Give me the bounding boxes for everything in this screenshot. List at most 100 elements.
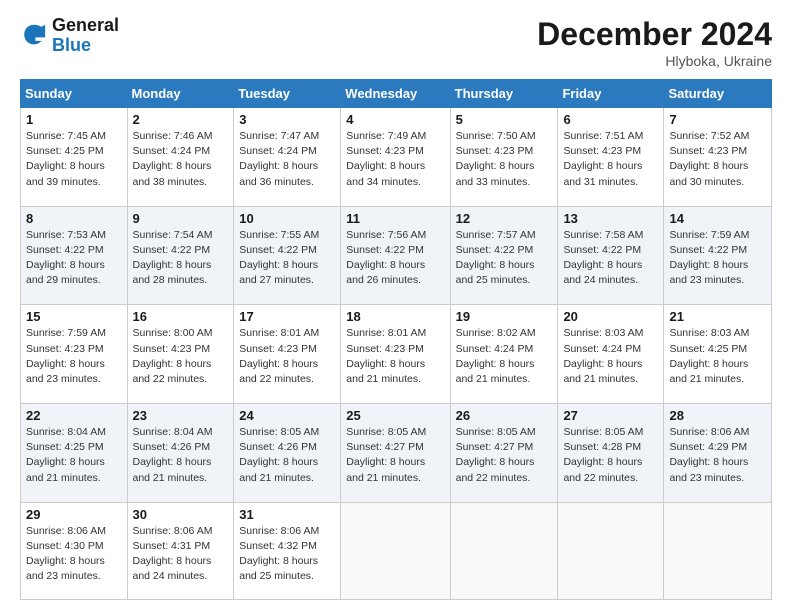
header-tuesday: Tuesday — [234, 80, 341, 108]
header: General Blue December 2024 Hlyboka, Ukra… — [20, 16, 772, 69]
day-number: 8 — [26, 211, 122, 226]
day-info: Sunrise: 7:50 AM Sunset: 4:23 PM Dayligh… — [456, 129, 553, 190]
day-number: 26 — [456, 408, 553, 423]
day-number: 29 — [26, 507, 122, 522]
day-info: Sunrise: 8:04 AM Sunset: 4:26 PM Dayligh… — [133, 425, 229, 486]
title-block: December 2024 Hlyboka, Ukraine — [537, 16, 772, 69]
table-row: 29 Sunrise: 8:06 AM Sunset: 4:30 PM Dayl… — [21, 502, 128, 599]
header-thursday: Thursday — [450, 80, 558, 108]
table-row: 14 Sunrise: 7:59 AM Sunset: 4:22 PM Dayl… — [664, 206, 772, 305]
day-info: Sunrise: 7:56 AM Sunset: 4:22 PM Dayligh… — [346, 228, 444, 289]
day-info: Sunrise: 7:46 AM Sunset: 4:24 PM Dayligh… — [133, 129, 229, 190]
table-row: 30 Sunrise: 8:06 AM Sunset: 4:31 PM Dayl… — [127, 502, 234, 599]
table-row: 23 Sunrise: 8:04 AM Sunset: 4:26 PM Dayl… — [127, 403, 234, 502]
day-number: 4 — [346, 112, 444, 127]
day-info: Sunrise: 8:01 AM Sunset: 4:23 PM Dayligh… — [346, 326, 444, 387]
table-row: 3 Sunrise: 7:47 AM Sunset: 4:24 PM Dayli… — [234, 108, 341, 207]
calendar-header-row: Sunday Monday Tuesday Wednesday Thursday… — [21, 80, 772, 108]
day-info: Sunrise: 8:05 AM Sunset: 4:27 PM Dayligh… — [456, 425, 553, 486]
day-number: 3 — [239, 112, 335, 127]
table-row: 26 Sunrise: 8:05 AM Sunset: 4:27 PM Dayl… — [450, 403, 558, 502]
table-row: 22 Sunrise: 8:04 AM Sunset: 4:25 PM Dayl… — [21, 403, 128, 502]
table-row — [664, 502, 772, 599]
day-info: Sunrise: 8:05 AM Sunset: 4:26 PM Dayligh… — [239, 425, 335, 486]
table-row: 2 Sunrise: 7:46 AM Sunset: 4:24 PM Dayli… — [127, 108, 234, 207]
day-number: 6 — [563, 112, 658, 127]
header-sunday: Sunday — [21, 80, 128, 108]
day-number: 16 — [133, 309, 229, 324]
day-info: Sunrise: 7:58 AM Sunset: 4:22 PM Dayligh… — [563, 228, 658, 289]
table-row: 25 Sunrise: 8:05 AM Sunset: 4:27 PM Dayl… — [341, 403, 450, 502]
day-info: Sunrise: 7:59 AM Sunset: 4:23 PM Dayligh… — [26, 326, 122, 387]
day-number: 24 — [239, 408, 335, 423]
table-row: 31 Sunrise: 8:06 AM Sunset: 4:32 PM Dayl… — [234, 502, 341, 599]
table-row: 12 Sunrise: 7:57 AM Sunset: 4:22 PM Dayl… — [450, 206, 558, 305]
table-row: 18 Sunrise: 8:01 AM Sunset: 4:23 PM Dayl… — [341, 305, 450, 404]
day-number: 5 — [456, 112, 553, 127]
day-number: 28 — [669, 408, 766, 423]
day-number: 11 — [346, 211, 444, 226]
day-number: 14 — [669, 211, 766, 226]
day-number: 25 — [346, 408, 444, 423]
day-info: Sunrise: 8:04 AM Sunset: 4:25 PM Dayligh… — [26, 425, 122, 486]
table-row: 10 Sunrise: 7:55 AM Sunset: 4:22 PM Dayl… — [234, 206, 341, 305]
day-info: Sunrise: 7:55 AM Sunset: 4:22 PM Dayligh… — [239, 228, 335, 289]
day-info: Sunrise: 7:51 AM Sunset: 4:23 PM Dayligh… — [563, 129, 658, 190]
header-wednesday: Wednesday — [341, 80, 450, 108]
header-saturday: Saturday — [664, 80, 772, 108]
day-number: 17 — [239, 309, 335, 324]
table-row: 11 Sunrise: 7:56 AM Sunset: 4:22 PM Dayl… — [341, 206, 450, 305]
table-row: 15 Sunrise: 7:59 AM Sunset: 4:23 PM Dayl… — [21, 305, 128, 404]
day-info: Sunrise: 7:47 AM Sunset: 4:24 PM Dayligh… — [239, 129, 335, 190]
day-info: Sunrise: 8:05 AM Sunset: 4:27 PM Dayligh… — [346, 425, 444, 486]
table-row: 13 Sunrise: 7:58 AM Sunset: 4:22 PM Dayl… — [558, 206, 664, 305]
table-row: 5 Sunrise: 7:50 AM Sunset: 4:23 PM Dayli… — [450, 108, 558, 207]
day-info: Sunrise: 8:06 AM Sunset: 4:30 PM Dayligh… — [26, 524, 122, 585]
table-row: 4 Sunrise: 7:49 AM Sunset: 4:23 PM Dayli… — [341, 108, 450, 207]
header-friday: Friday — [558, 80, 664, 108]
day-info: Sunrise: 8:02 AM Sunset: 4:24 PM Dayligh… — [456, 326, 553, 387]
month-title: December 2024 — [537, 16, 772, 53]
day-number: 7 — [669, 112, 766, 127]
table-row: 9 Sunrise: 7:54 AM Sunset: 4:22 PM Dayli… — [127, 206, 234, 305]
table-row — [341, 502, 450, 599]
day-info: Sunrise: 8:01 AM Sunset: 4:23 PM Dayligh… — [239, 326, 335, 387]
table-row: 6 Sunrise: 7:51 AM Sunset: 4:23 PM Dayli… — [558, 108, 664, 207]
table-row: 17 Sunrise: 8:01 AM Sunset: 4:23 PM Dayl… — [234, 305, 341, 404]
day-info: Sunrise: 8:03 AM Sunset: 4:25 PM Dayligh… — [669, 326, 766, 387]
day-info: Sunrise: 7:45 AM Sunset: 4:25 PM Dayligh… — [26, 129, 122, 190]
day-info: Sunrise: 8:06 AM Sunset: 4:31 PM Dayligh… — [133, 524, 229, 585]
table-row: 24 Sunrise: 8:05 AM Sunset: 4:26 PM Dayl… — [234, 403, 341, 502]
day-number: 15 — [26, 309, 122, 324]
day-number: 2 — [133, 112, 229, 127]
table-row: 1 Sunrise: 7:45 AM Sunset: 4:25 PM Dayli… — [21, 108, 128, 207]
day-info: Sunrise: 8:00 AM Sunset: 4:23 PM Dayligh… — [133, 326, 229, 387]
table-row: 27 Sunrise: 8:05 AM Sunset: 4:28 PM Dayl… — [558, 403, 664, 502]
table-row: 7 Sunrise: 7:52 AM Sunset: 4:23 PM Dayli… — [664, 108, 772, 207]
table-row: 21 Sunrise: 8:03 AM Sunset: 4:25 PM Dayl… — [664, 305, 772, 404]
day-info: Sunrise: 7:52 AM Sunset: 4:23 PM Dayligh… — [669, 129, 766, 190]
table-row — [450, 502, 558, 599]
day-info: Sunrise: 8:06 AM Sunset: 4:29 PM Dayligh… — [669, 425, 766, 486]
calendar-table: Sunday Monday Tuesday Wednesday Thursday… — [20, 79, 772, 600]
day-number: 9 — [133, 211, 229, 226]
day-number: 27 — [563, 408, 658, 423]
day-number: 18 — [346, 309, 444, 324]
logo-text-line1: General — [52, 16, 119, 36]
logo: General Blue — [20, 16, 119, 56]
header-monday: Monday — [127, 80, 234, 108]
table-row: 20 Sunrise: 8:03 AM Sunset: 4:24 PM Dayl… — [558, 305, 664, 404]
table-row: 16 Sunrise: 8:00 AM Sunset: 4:23 PM Dayl… — [127, 305, 234, 404]
day-number: 13 — [563, 211, 658, 226]
day-number: 22 — [26, 408, 122, 423]
logo-text-line2: Blue — [52, 36, 119, 56]
day-number: 19 — [456, 309, 553, 324]
day-number: 30 — [133, 507, 229, 522]
day-number: 21 — [669, 309, 766, 324]
day-info: Sunrise: 7:59 AM Sunset: 4:22 PM Dayligh… — [669, 228, 766, 289]
logo-icon — [20, 22, 48, 50]
table-row — [558, 502, 664, 599]
day-info: Sunrise: 7:54 AM Sunset: 4:22 PM Dayligh… — [133, 228, 229, 289]
page: General Blue December 2024 Hlyboka, Ukra… — [0, 0, 792, 612]
day-number: 10 — [239, 211, 335, 226]
